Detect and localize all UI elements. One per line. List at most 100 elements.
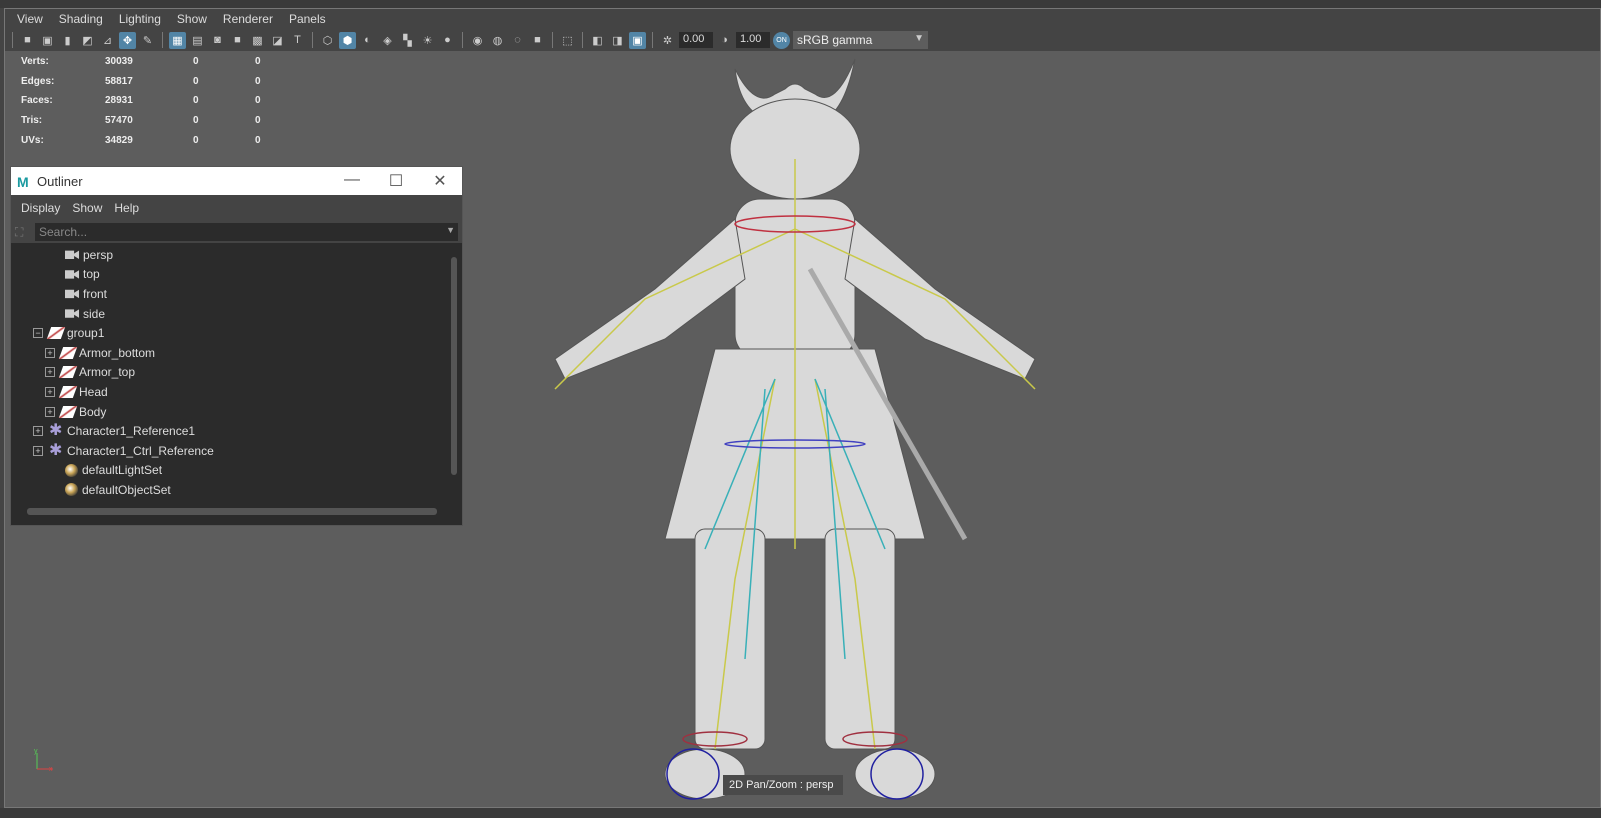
stat-value: 58817 [105,75,133,87]
stat-row: UVs: 34829 0 0 [21,130,317,150]
menu-shading[interactable]: Shading [51,9,111,29]
outliner-item[interactable]: side [11,304,449,324]
grease-pencil-icon[interactable]: ✎ [139,32,156,49]
outliner-item-label: group1 [67,326,105,341]
xray-active-icon[interactable]: ▣ [629,31,646,49]
outliner-item[interactable]: front [11,284,449,304]
outliner-titlebar[interactable]: M Outliner — ☐ ✕ [11,167,462,195]
camera-icon [65,289,79,299]
xray-joints-icon[interactable]: ◨ [609,32,626,49]
expand-toggle[interactable]: + [45,367,55,378]
menu-show[interactable]: Show [169,9,215,29]
depth-of-field-icon[interactable]: ■ [529,32,546,49]
field-chart-icon[interactable]: ▩ [249,32,266,49]
safe-title-icon[interactable]: T [289,32,306,49]
gamma-field[interactable]: 1.00 [736,32,770,48]
toolbar-separator [312,32,313,48]
outliner-item[interactable]: + ✱ Character1_Ctrl_Reference [11,441,449,461]
menu-renderer[interactable]: Renderer [215,9,281,29]
outliner-item[interactable]: defaultLightSet [11,461,449,481]
toolbar-separator [652,32,653,48]
close-button[interactable]: ✕ [418,171,462,191]
outliner-item[interactable]: top [11,265,449,285]
stat-label: Edges: [21,75,55,87]
color-management-toggle-icon[interactable]: ON [773,31,790,49]
stat-selected: 0 [193,115,199,127]
outliner-item-label: Armor_bottom [79,345,156,360]
film-gate-icon[interactable]: ▤ [189,32,206,49]
hud-camera-label: 2D Pan/Zoom : persp [723,775,843,795]
wireframe-icon[interactable]: ⬡ [319,32,336,49]
stat-components: 0 [255,56,261,68]
bottom-strip [0,808,1601,818]
expand-toggle[interactable]: + [33,445,43,456]
collapse-toggle[interactable]: − [33,328,43,339]
outliner-item[interactable]: defaultObjectSet [11,480,449,500]
menu-panels[interactable]: Panels [281,9,334,29]
maximize-button[interactable]: ☐ [374,171,418,191]
wireframe-on-shaded-icon[interactable]: ◈ [379,32,396,49]
outliner-item[interactable]: − group1 [11,323,449,343]
color-space-dropdown[interactable]: sRGB gamma [793,31,928,49]
image-plane-icon[interactable]: ◩ [79,32,96,49]
outliner-item[interactable]: + Armor_bottom [11,343,449,363]
menu-lighting[interactable]: Lighting [111,9,169,29]
outliner-window[interactable]: M Outliner — ☐ ✕ Display Show Help ⛶ Searc… [10,166,463,526]
expand-toggle[interactable]: + [45,386,55,397]
outliner-item[interactable]: + Armor_top [11,363,449,383]
textured-icon[interactable]: ▚ [399,32,416,49]
gamma-icon[interactable]: ◑ [716,32,733,49]
resolution-gate-icon[interactable]: ◙ [209,32,226,49]
safe-action-icon[interactable]: ◪ [269,32,286,49]
default-material-icon[interactable]: ◐ [359,32,376,49]
camera-attr-icon[interactable]: ▣ [39,32,56,49]
screen-space-ao-icon[interactable]: ◉ [469,32,486,49]
filter-icon[interactable]: ⛶ [15,225,35,240]
outliner-search-input[interactable]: Search... [35,223,458,241]
transform-group-icon [58,385,78,398]
isolate-select-icon[interactable]: ⬚ [559,32,576,49]
outliner-menu-display[interactable]: Display [15,201,66,215]
outliner-item[interactable]: + Head [11,382,449,402]
gate-mask-icon[interactable]: ■ [229,32,246,49]
stat-label: Tris: [21,115,43,127]
expand-toggle[interactable]: + [45,347,55,358]
stat-value: 30039 [105,56,133,68]
outliner-menu-show[interactable]: Show [66,201,108,215]
exposure-field[interactable]: 0.00 [679,32,713,48]
anti-aliasing-icon[interactable]: ◌ [509,32,526,49]
stat-row: Verts: 30039 0 0 [21,52,317,72]
grid-snap-icon[interactable]: ⊿ [99,32,116,49]
vertical-scrollbar[interactable] [449,245,459,503]
outliner-item[interactable]: + Body [11,402,449,422]
horizontal-scrollbar[interactable] [15,505,447,517]
outliner-item-label: Body [79,404,107,419]
grid-icon[interactable]: ▦ [169,31,186,49]
viewport-panel[interactable]: View Shading Lighting Show Renderer Panels ■ ▣… [4,8,1601,808]
motion-blur-icon[interactable]: ◍ [489,32,506,49]
svg-text:y: y [34,749,38,755]
exposure-icon[interactable]: ✲ [659,32,676,49]
outliner-item-label: front [83,286,108,301]
outliner-item-label: Armor_top [79,365,136,380]
camera-icon[interactable]: ■ [19,32,36,49]
expand-toggle[interactable]: + [45,406,55,417]
stat-selected: 0 [193,134,199,146]
expand-toggle[interactable]: + [33,426,43,437]
transform-group-icon [58,405,78,418]
xray-icon[interactable]: ◧ [589,32,606,49]
stat-value: 28931 [105,95,133,107]
outliner-item[interactable]: + ✱ Character1_Reference1 [11,421,449,441]
outliner-item[interactable]: persp [11,245,449,265]
outliner-menu-help[interactable]: Help [108,201,145,215]
pan-zoom-icon[interactable]: ✥ [119,31,136,49]
bookmark-icon[interactable]: ▮ [59,32,76,49]
use-lights-icon[interactable]: ☀ [419,32,436,49]
outliner-item-label: persp [83,247,114,262]
character-model[interactable] [525,49,1085,809]
outliner-item-label: Head [79,384,108,399]
smooth-shade-icon[interactable]: ⬢ [339,31,356,49]
menu-view[interactable]: View [9,9,51,29]
minimize-button[interactable]: — [330,171,374,191]
shadows-icon[interactable]: ● [439,32,456,49]
